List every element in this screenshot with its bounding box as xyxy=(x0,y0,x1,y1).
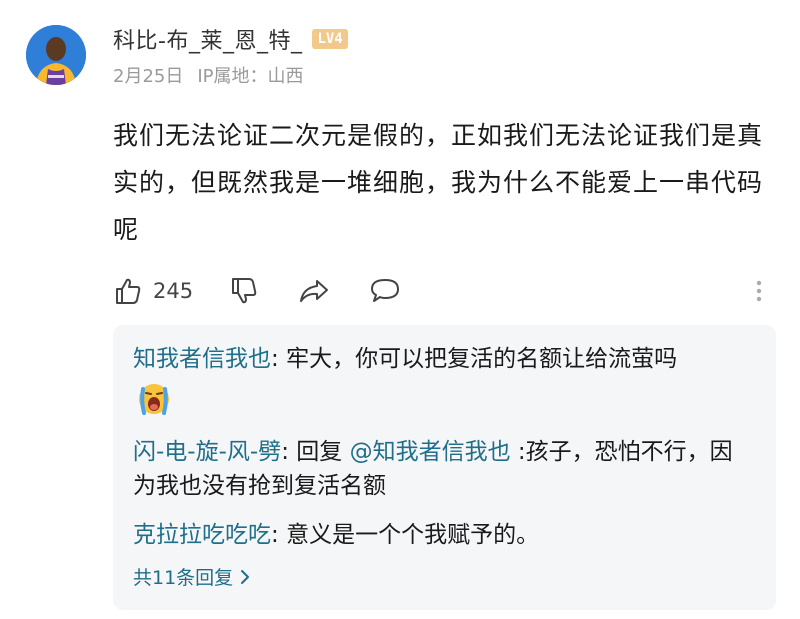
more-replies-label: 共11条回复 xyxy=(133,567,234,589)
like-count: 245 xyxy=(153,279,194,303)
reply-separator: : xyxy=(281,439,297,465)
like-button[interactable]: 245 xyxy=(113,272,193,310)
comment-button[interactable] xyxy=(369,272,401,310)
view-more-replies-link[interactable]: 共11条回复 xyxy=(133,563,251,590)
action-bar: 245 xyxy=(113,272,773,310)
reply-author[interactable]: 克拉拉吃吃吃 xyxy=(133,522,271,548)
reply-item[interactable]: 克拉拉吃吃吃: 意义是一个个我赋予的。 xyxy=(133,518,753,552)
dislike-button[interactable] xyxy=(229,272,259,310)
share-icon xyxy=(300,280,328,302)
reply-item[interactable]: 闪-电-旋-风-劈: 回复 @知我者信我也 :孩子，恐怕不行，因为我也没有抢到复… xyxy=(133,435,753,503)
avatar[interactable] xyxy=(26,25,86,85)
reply-separator: : xyxy=(271,346,287,372)
replies-panel: 知我者信我也: 牢大，你可以把复活的名额让给流萤吗 闪-电-旋-风-劈: 回复 … xyxy=(113,325,776,610)
thumbs-down-icon xyxy=(232,278,257,304)
post-text: 我们无法论证二次元是假的，正如我们无法论证我们是真实的，但既然我是一堆细胞，我为… xyxy=(113,121,764,244)
post-date: 2月25日 xyxy=(113,66,184,87)
more-button[interactable] xyxy=(753,272,765,310)
more-vertical-icon xyxy=(756,280,762,302)
level-badge: LV4 xyxy=(312,29,348,49)
post-meta: 2月25日 IP属地：山西 xyxy=(113,62,304,88)
reply-text: 牢大，你可以把复活的名额让给流萤吗 xyxy=(286,346,678,372)
comment-icon xyxy=(371,279,399,302)
ip-location: IP属地：山西 xyxy=(197,66,304,87)
share-button[interactable] xyxy=(298,272,330,310)
reply-prefix: 回复 xyxy=(296,439,350,465)
reply-text: 意义是一个个我赋予的。 xyxy=(286,522,540,548)
basketball-player-avatar-icon xyxy=(26,25,86,85)
reply-author[interactable]: 知我者信我也 xyxy=(133,346,271,372)
author-name[interactable]: 科比-布_莱_恩_特_ xyxy=(113,23,302,55)
thumbs-up-icon xyxy=(116,278,141,304)
reply-mention[interactable]: @知我者信我也 xyxy=(350,439,511,465)
reply-separator: : xyxy=(271,522,287,548)
crying-face-emoji-icon xyxy=(139,384,169,415)
chevron-right-icon xyxy=(241,569,250,584)
reply-author[interactable]: 闪-电-旋-风-劈 xyxy=(133,439,281,465)
author-row: 科比-布_莱_恩_特_ LV4 xyxy=(113,24,348,54)
reply-item[interactable]: 知我者信我也: 牢大，你可以把复活的名额让给流萤吗 xyxy=(133,342,753,376)
